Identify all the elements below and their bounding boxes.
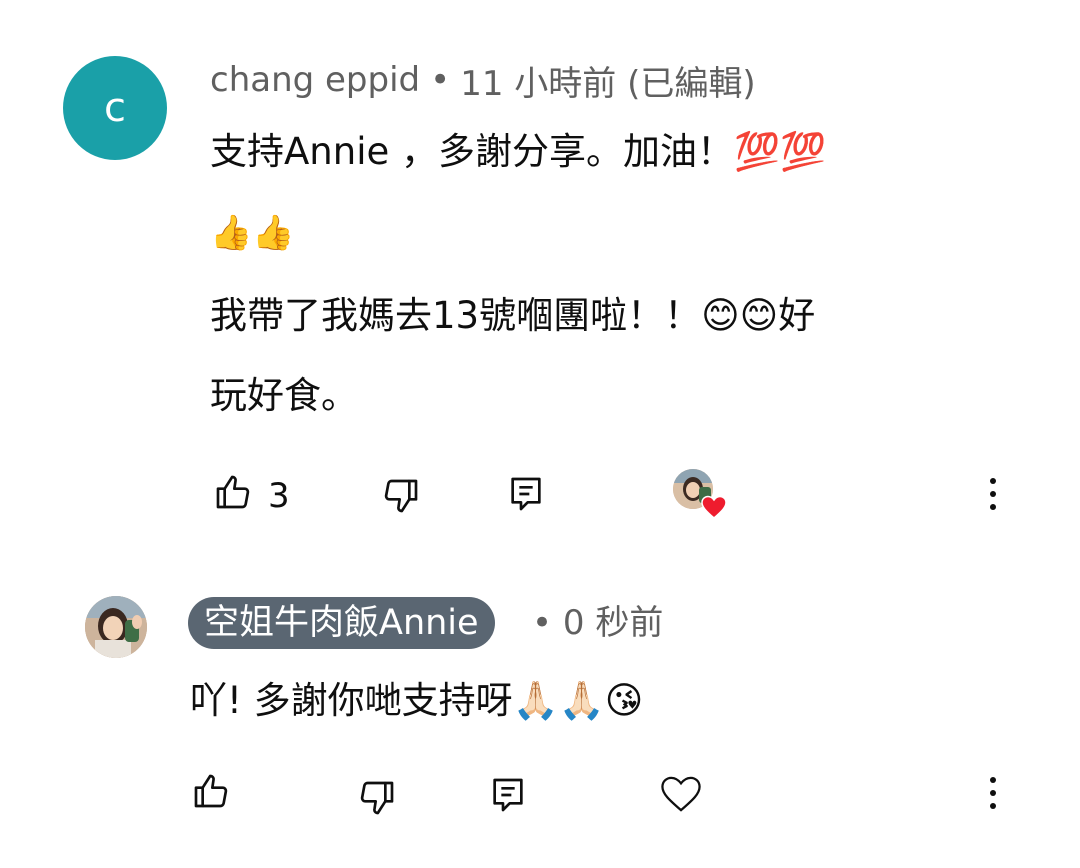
comment-text-line-2: 👍👍 (210, 213, 295, 253)
comment-thread: c chang eppid • 11 小時前 (已編輯) 支持Annie ，多謝… (0, 0, 1080, 868)
reply-icon[interactable] (506, 474, 546, 514)
heart-icon (701, 495, 727, 519)
creator-heart-badge (673, 469, 727, 519)
heart-icon[interactable] (660, 773, 702, 815)
comment-author[interactable]: chang eppid (210, 60, 420, 100)
comment-text-line-4: 玩好食。 (210, 374, 358, 417)
reply-icon[interactable] (488, 775, 528, 815)
more-options-icon[interactable] (983, 474, 1003, 514)
reply-text: 吖! 多謝你哋支持呀🙏🏻🙏🏻😘 (190, 679, 644, 722)
reply-header-meta: • 0 秒前 (532, 597, 663, 649)
like-icon[interactable] (213, 472, 253, 512)
commenter-avatar[interactable]: c (63, 56, 167, 160)
like-count: 3 (268, 476, 290, 516)
reply-timestamp: 0 秒前 (562, 603, 664, 643)
meta-separator: • (430, 60, 451, 100)
dislike-icon[interactable] (357, 778, 397, 818)
comment-text-line-1: 支持Annie ，多謝分享。加油！💯💯 (210, 130, 827, 173)
comment-header: chang eppid • 11 小時前 (已編輯) (210, 56, 756, 104)
more-options-icon[interactable] (983, 773, 1003, 813)
meta-separator: • (532, 603, 553, 643)
creator-author-chip[interactable]: 空姐牛肉飯Annie (188, 597, 495, 649)
reply-author-avatar[interactable] (85, 596, 147, 658)
comment-text-line-3: 我帶了我媽去13號嗰團啦！！😊😊好 (210, 294, 816, 337)
like-icon[interactable] (191, 771, 231, 811)
comment-timestamp: 11 小時前 (已編輯) (460, 63, 756, 104)
dislike-icon[interactable] (381, 476, 421, 516)
avatar-letter: c (104, 85, 126, 131)
